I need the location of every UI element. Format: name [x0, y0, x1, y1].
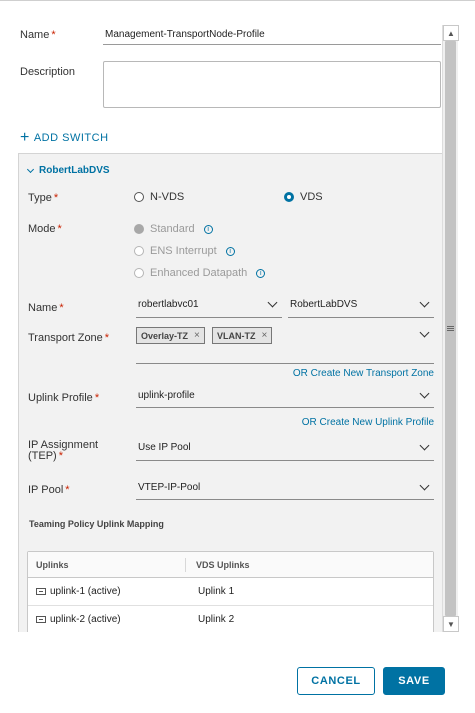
- switch-name-label: Name *: [28, 302, 64, 314]
- select-value: uplink-profile: [138, 389, 195, 401]
- ip-assignment-label: IP Assignment (TEP) *: [28, 439, 99, 462]
- mode-radio-standard[interactable]: Standard i: [134, 223, 213, 235]
- radio-checked-icon: [134, 224, 144, 234]
- uplink-name: uplink-2 (active): [50, 614, 121, 625]
- table-row: uplink-1 (active) Uplink 1: [28, 578, 433, 606]
- add-switch-button[interactable]: + ADD SWITCH: [20, 129, 109, 146]
- uplink-profile-label: Uplink Profile *: [28, 392, 100, 404]
- uplink-mapping-table: Uplinks VDS Uplinks uplink-1 (active) Up…: [27, 551, 434, 632]
- vds-uplink-cell[interactable]: Uplink 2: [186, 614, 234, 625]
- table-row: uplink-2 (active) Uplink 2: [28, 606, 433, 632]
- select-value: RobertLabDVS: [290, 299, 358, 310]
- chevron-down-icon: [419, 440, 430, 451]
- close-icon[interactable]: ×: [194, 330, 200, 341]
- chevron-down-icon: [419, 388, 430, 398]
- plus-icon: +: [20, 129, 30, 146]
- column-header-uplinks: Uplinks: [28, 557, 186, 572]
- vcenter-select[interactable]: robertlabvc01: [136, 296, 282, 318]
- transport-zone-underline: [136, 363, 434, 364]
- description-textarea[interactable]: [103, 61, 441, 108]
- radio-circle-icon: [134, 192, 144, 202]
- transport-zone-chip: VLAN-TZ ×: [212, 327, 273, 344]
- grip-icon: [447, 326, 454, 331]
- select-value: VTEP-IP-Pool: [138, 481, 201, 493]
- radio-label: VDS: [300, 191, 323, 203]
- radio-circle-icon: [134, 246, 144, 256]
- ip-pool-label: IP Pool *: [28, 484, 70, 496]
- transport-zone-dropdown[interactable]: [276, 327, 434, 345]
- mode-label: Mode *: [28, 223, 62, 235]
- scroll-up-icon[interactable]: ▲: [443, 25, 459, 41]
- transport-zone-chip: Overlay-TZ ×: [136, 327, 205, 344]
- chevron-down-icon: [267, 297, 278, 308]
- ip-assignment-select[interactable]: Use IP Pool: [136, 439, 434, 461]
- cancel-button[interactable]: CANCEL: [297, 667, 375, 695]
- column-header-vds-uplinks: VDS Uplinks: [196, 559, 250, 570]
- vds-uplink-cell[interactable]: Uplink 1: [186, 586, 234, 597]
- scroll-down-icon[interactable]: ▼: [443, 616, 459, 632]
- transport-zone-label: Transport Zone *: [28, 332, 110, 344]
- info-icon[interactable]: i: [256, 268, 266, 278]
- radio-circle-icon: [134, 268, 144, 278]
- close-icon[interactable]: ×: [262, 330, 268, 341]
- chip-label: Overlay-TZ: [141, 330, 189, 341]
- type-label: Type *: [28, 192, 59, 204]
- uplink-cell: uplink-2 (active): [28, 614, 186, 625]
- uplink-profile-select[interactable]: uplink-profile: [136, 387, 434, 408]
- name-label: Name *: [20, 29, 56, 41]
- mode-radio-enhanced-datapath[interactable]: Enhanced Datapath i: [134, 267, 266, 279]
- table-header: Uplinks VDS Uplinks: [28, 552, 433, 578]
- create-uplink-profile-link[interactable]: OR Create New Uplink Profile: [250, 417, 434, 428]
- switch-title: RobertLabDVS: [39, 165, 110, 176]
- radio-label: Standard: [150, 223, 195, 235]
- uplink-cell: uplink-1 (active): [28, 586, 186, 597]
- chevron-down-icon: [419, 480, 430, 490]
- mode-radio-ens-interrupt[interactable]: ENS Interrupt i: [134, 245, 235, 257]
- switch-section-toggle[interactable]: RobertLabDVS: [26, 165, 110, 176]
- required-asterisk: *: [51, 29, 56, 41]
- select-value: robertlabvc01: [138, 299, 199, 310]
- select-value: Use IP Pool: [138, 442, 191, 453]
- info-icon[interactable]: i: [225, 246, 235, 256]
- profile-name-input[interactable]: Management-TransportNode-Profile: [103, 25, 441, 45]
- radio-label: ENS Interrupt: [150, 245, 217, 257]
- add-switch-label: ADD SWITCH: [33, 132, 109, 144]
- info-icon[interactable]: i: [203, 224, 213, 234]
- chip-label: VLAN-TZ: [217, 330, 256, 341]
- uplink-icon: [36, 588, 46, 595]
- create-transport-zone-link[interactable]: OR Create New Transport Zone: [250, 368, 434, 379]
- form-scroll-area: Name * Management-TransportNode-Profile D…: [0, 0, 475, 632]
- uplink-icon: [36, 616, 46, 623]
- chevron-down-icon: [419, 297, 430, 308]
- type-radio-nvds[interactable]: N-VDS: [134, 191, 184, 203]
- teaming-policy-heading: Teaming Policy Uplink Mapping: [29, 519, 164, 529]
- radio-checked-icon: [284, 192, 294, 202]
- description-label: Description: [20, 66, 76, 78]
- vds-select[interactable]: RobertLabDVS: [288, 296, 434, 318]
- ip-pool-select[interactable]: VTEP-IP-Pool: [136, 479, 434, 500]
- save-button[interactable]: SAVE: [383, 667, 445, 695]
- chevron-down-icon: [419, 327, 430, 337]
- radio-label: N-VDS: [150, 191, 185, 203]
- type-radio-vds[interactable]: VDS: [284, 191, 323, 203]
- uplink-name: uplink-1 (active): [50, 586, 121, 597]
- chevron-down-icon: [26, 165, 35, 173]
- radio-label: Enhanced Datapath: [150, 267, 248, 279]
- vertical-scrollbar[interactable]: ▲ ▼: [442, 25, 459, 632]
- scrollbar-thumb[interactable]: [445, 41, 456, 616]
